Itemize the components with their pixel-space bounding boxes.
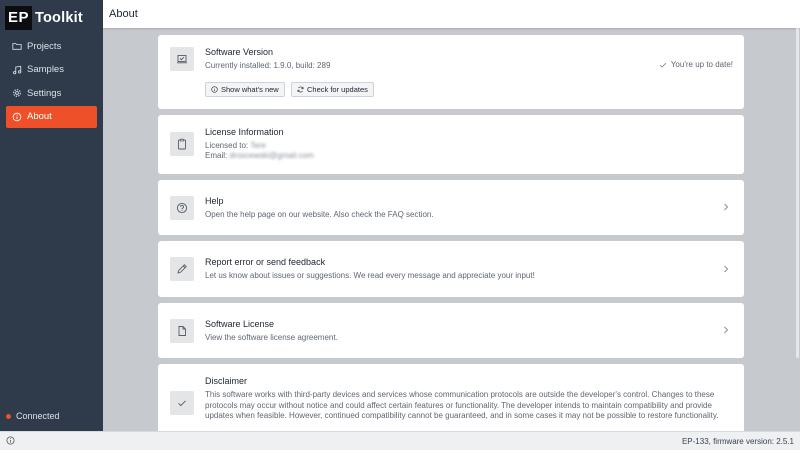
help-circle-icon (170, 196, 194, 220)
connection-status-label: Connected (16, 411, 60, 421)
email-label: Email: (205, 151, 228, 160)
disclaimer-text: This software works with third-party dev… (205, 390, 719, 420)
up-to-date-label: You're up to date! (670, 60, 733, 69)
licensed-to-value: Tere (250, 141, 266, 150)
refresh-icon (297, 86, 304, 93)
card-title: Disclaimer (205, 376, 248, 386)
sidebar-item-label: About (27, 111, 52, 122)
sidebar-item-projects[interactable]: Projects (6, 35, 97, 57)
show-whats-new-button[interactable]: Show what's new (205, 82, 285, 97)
licensed-to-label: Licensed to: (205, 141, 249, 150)
card-description: View the software license agreement. (205, 333, 338, 342)
header: About (103, 0, 800, 28)
chevron-right-icon (724, 203, 729, 211)
up-to-date-status: You're up to date! (659, 60, 733, 69)
info-icon (211, 86, 218, 93)
help-card[interactable]: Help Open the help page on our website. … (158, 180, 744, 235)
card-description: Open the help page on our website. Also … (205, 210, 434, 219)
check-icon (170, 391, 194, 415)
page-title: About (109, 8, 138, 20)
music-note-icon (13, 65, 22, 74)
card-description: Let us know about issues or suggestions.… (205, 271, 535, 280)
sidebar-item-label: Settings (27, 87, 62, 99)
software-license-card[interactable]: Software License View the software licen… (158, 303, 744, 358)
email-value: droscewski@gmail.com (229, 151, 314, 160)
card-title: Help (205, 196, 224, 206)
sidebar-nav: Projects Samples Settings About (0, 35, 103, 128)
email-row: Email: droscewski@gmail.com (205, 151, 314, 162)
sidebar-item-about[interactable]: About (6, 105, 97, 128)
connection-status: Connected (6, 411, 60, 421)
scrollbar[interactable] (795, 28, 800, 431)
check-for-updates-button[interactable]: Check for updates (291, 82, 374, 97)
disclaimer-card: Disclaimer This software works with thir… (158, 364, 744, 431)
status-dot (6, 413, 11, 419)
laptop-check-icon (170, 47, 194, 71)
version-text: Currently installed: 1.9.0, build: 289 (205, 61, 331, 70)
sidebar-item-label: Projects (27, 40, 62, 52)
app-logo: EP Toolkit (0, 3, 103, 33)
document-icon (170, 319, 194, 343)
gear-icon (13, 89, 21, 97)
logo-badge: EP (5, 6, 33, 30)
check-icon (659, 62, 666, 68)
chevron-right-icon (724, 265, 729, 273)
status-bar: EP-133, firmware version: 2.5.1 (0, 431, 800, 450)
license-information-card: License Information Licensed to: Tere Em… (158, 115, 744, 174)
sidebar-item-label: Samples (27, 64, 64, 75)
device-firmware-info: EP-133, firmware version: 2.5.1 (681, 437, 794, 446)
main-content[interactable]: Software Version Currently installed: 1.… (103, 28, 800, 431)
sidebar-item-samples[interactable]: Samples (6, 59, 97, 81)
card-title: Software Version (205, 47, 274, 57)
folder-icon (12, 43, 22, 50)
licensed-to-row: Licensed to: Tere (205, 141, 266, 152)
sidebar: EP Toolkit Projects Samples Settings Abo… (0, 0, 103, 431)
software-version-card: Software Version Currently installed: 1.… (158, 35, 744, 109)
clipboard-icon (170, 132, 194, 156)
sidebar-item-settings[interactable]: Settings (6, 82, 97, 104)
pencil-icon (170, 257, 194, 281)
card-title: License Information (205, 127, 284, 137)
report-feedback-card[interactable]: Report error or send feedback Let us kno… (158, 241, 744, 297)
check-for-updates-label: Check for updates (307, 85, 368, 94)
card-title: Software License (205, 319, 275, 329)
card-title: Report error or send feedback (205, 257, 326, 267)
chevron-right-icon (724, 326, 729, 334)
show-whats-new-label: Show what's new (221, 85, 279, 94)
info-icon (12, 112, 22, 121)
info-icon[interactable] (6, 436, 15, 445)
logo-text: Toolkit (35, 10, 83, 26)
